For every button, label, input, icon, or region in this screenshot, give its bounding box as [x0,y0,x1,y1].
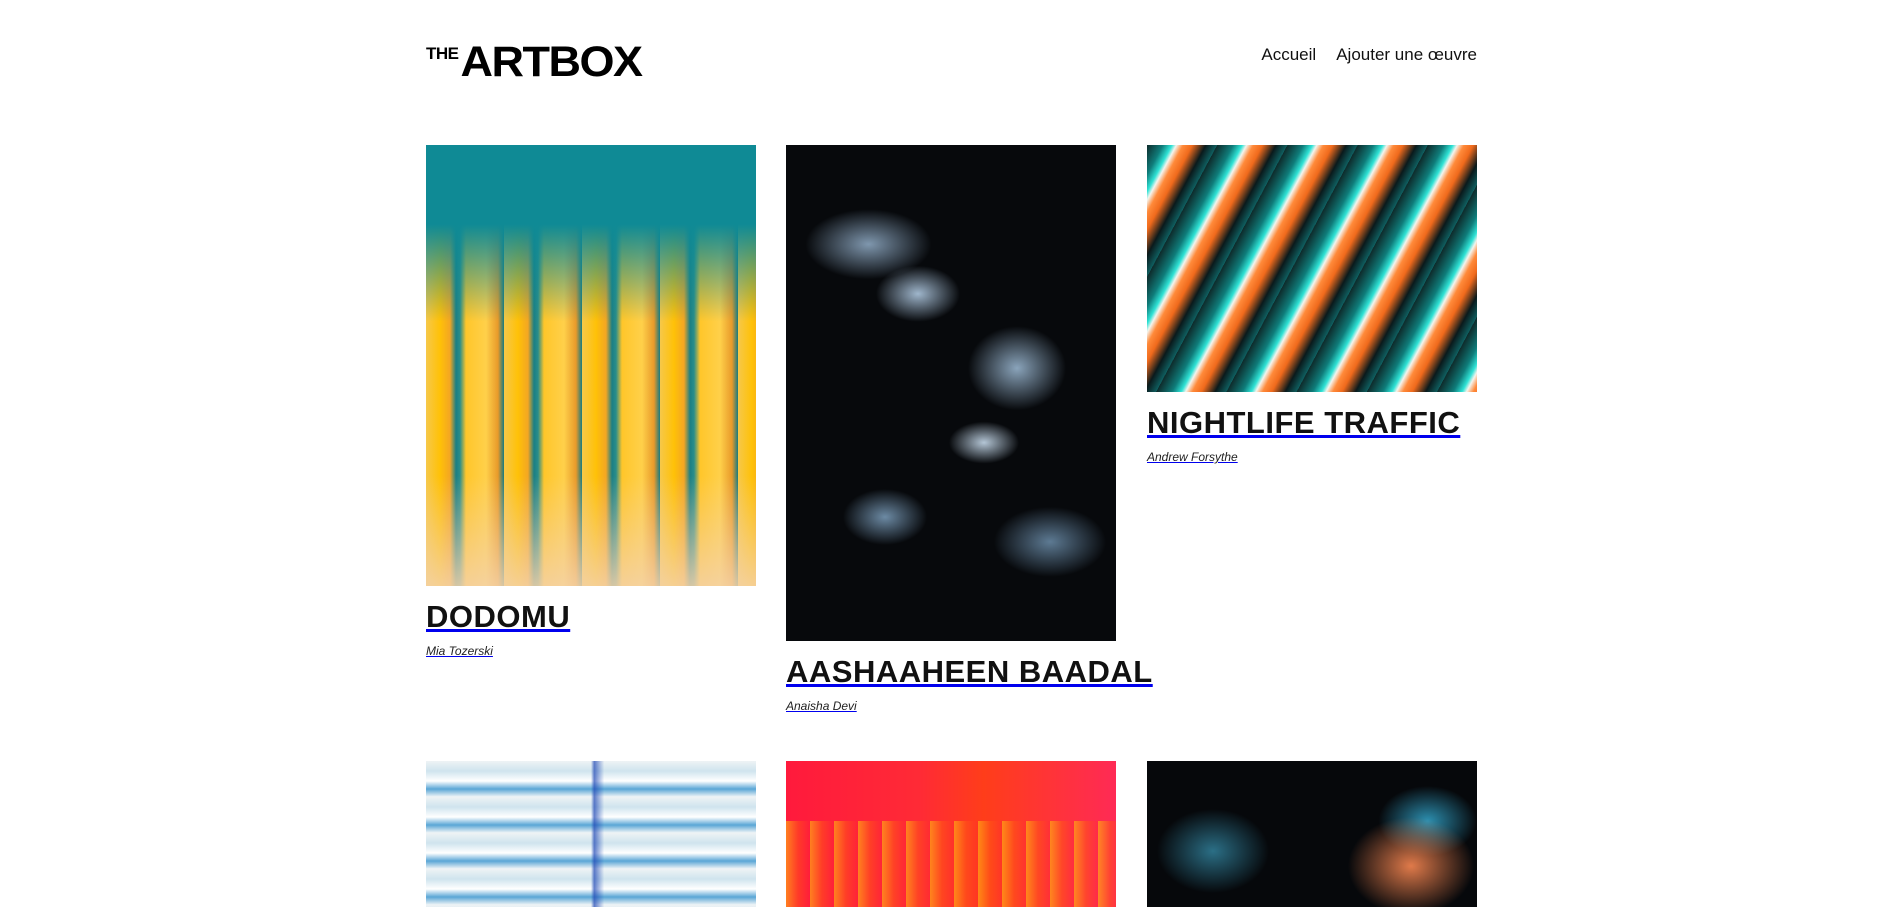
nav-link-home[interactable]: Accueil [1261,45,1316,65]
site-header: THE ARTBOX Accueil Ajouter une œuvre [426,40,1477,84]
artbox-logo[interactable]: THE ARTBOX [426,37,644,86]
artwork-title: NIGHTLIFE TRAFFIC [1147,405,1461,440]
page: THE ARTBOX Accueil Ajouter une œuvre DOD… [0,0,1896,907]
artwork-image [786,145,1116,641]
artwork-image [426,145,756,586]
artwork-card[interactable] [1147,761,1477,907]
artwork-title: DODOMU [426,599,571,634]
logo-main-text: ARTBOX [460,37,644,86]
artwork-card[interactable]: AASHAAHEEN BAADAL Anaisha Devi [786,145,1153,714]
artwork-image [1147,145,1477,392]
artwork-card[interactable]: NIGHTLIFE TRAFFIC Andrew Forsythe [1147,145,1477,464]
nav-link-add-artwork[interactable]: Ajouter une œuvre [1336,45,1477,65]
artwork-artist: Anaisha Devi [786,699,857,714]
artwork-title: AASHAAHEEN BAADAL [786,654,1153,689]
artwork-image [1147,761,1477,907]
logo-small-text: THE [426,44,459,63]
artwork-card[interactable] [426,761,756,907]
artwork-artist: Mia Tozerski [426,644,493,659]
artwork-artist: Andrew Forsythe [1147,450,1238,465]
artwork-image [786,761,1116,907]
artwork-card[interactable]: DODOMU Mia Tozerski [426,145,756,658]
main-nav: Accueil Ajouter une œuvre [1261,45,1477,65]
artwork-card[interactable] [786,761,1116,907]
artwork-image [426,761,756,907]
